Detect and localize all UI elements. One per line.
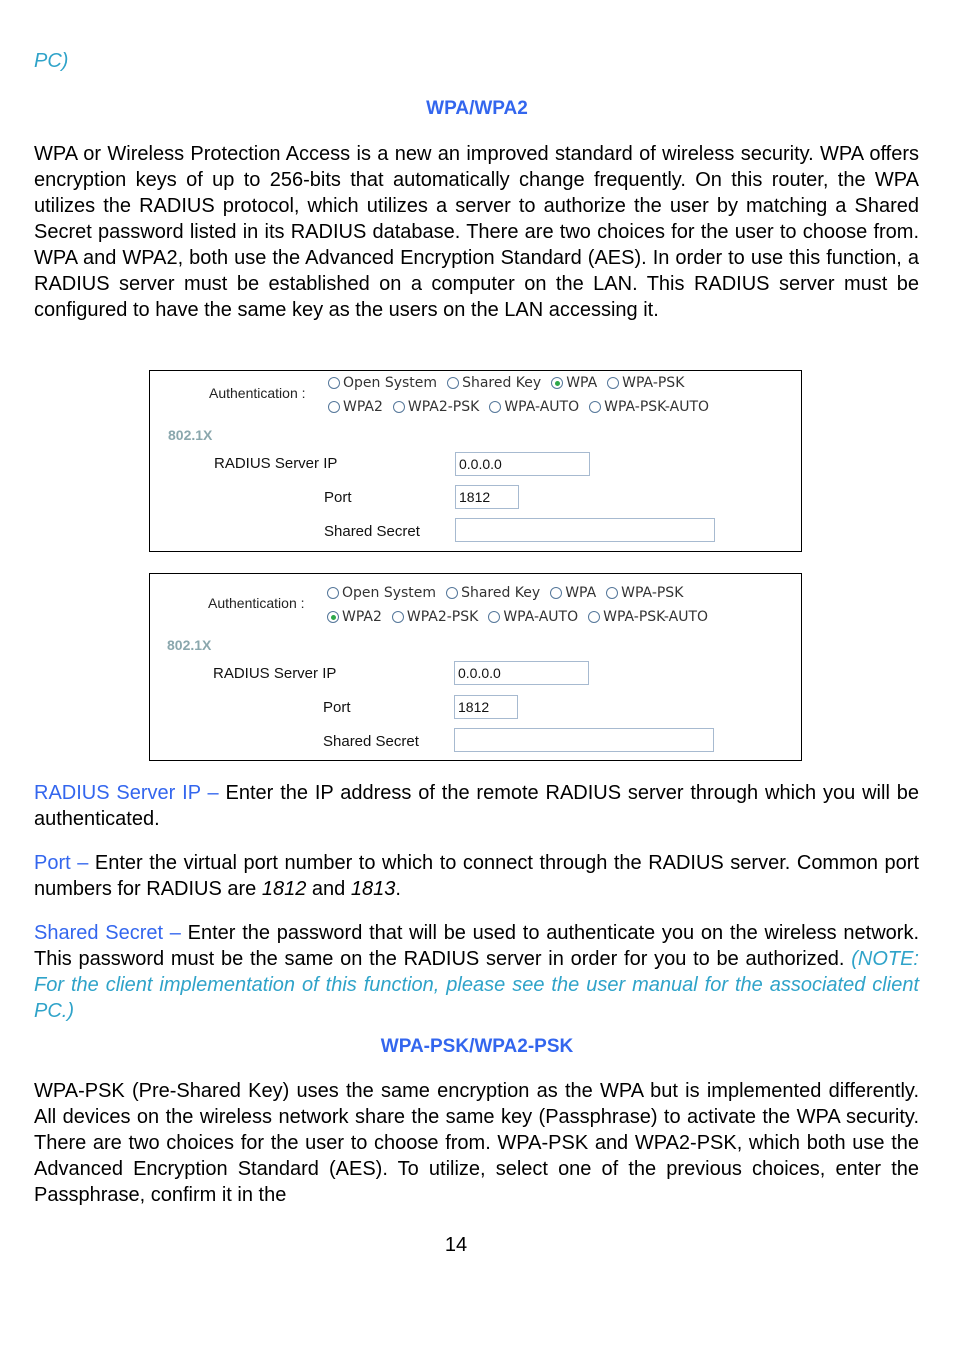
- auth-options-row-2: WPA2 WPA2-PSK WPA-AUTO WPA-PSK-AUTO: [328, 399, 719, 415]
- port-label: Port: [324, 489, 352, 506]
- authentication-label: Authentication :: [208, 595, 305, 611]
- wpa-description: WPA or Wireless Protection Access is a n…: [34, 143, 919, 321]
- radio-circle-icon: [328, 377, 340, 389]
- port-label: Port: [323, 699, 351, 716]
- section-heading-wpa-psk: WPA-PSK/WPA2-PSK: [380, 1036, 574, 1057]
- radio-wpa[interactable]: WPA: [551, 375, 597, 391]
- radius-ip-label: RADIUS Server IP: [213, 665, 337, 682]
- radio-open-system[interactable]: Open System: [328, 375, 437, 391]
- section-label-8021x: 802.1X: [168, 427, 213, 443]
- radio-circle-icon: [446, 587, 459, 599]
- radio-circle-icon: [588, 611, 601, 623]
- radio-circle-icon: [447, 377, 460, 389]
- wpa-psk-description: WPA-PSK (Pre-Shared Key) uses the same e…: [34, 1080, 919, 1206]
- radius-ip-input[interactable]: 0.0.0.0: [455, 452, 590, 476]
- shared-secret-definition: Shared Secret – Enter the password that …: [34, 922, 920, 1022]
- radio-circle-icon: [550, 587, 563, 599]
- radio-selected-icon: [327, 611, 339, 623]
- radio-wpa2[interactable]: WPA2: [327, 609, 382, 625]
- auth-options-row-2: WPA2 WPA2-PSK WPA-AUTO WPA-PSK-AUTO: [327, 609, 718, 625]
- radio-shared-key[interactable]: Shared Key: [447, 375, 541, 391]
- radio-wpa-psk[interactable]: WPA-PSK: [607, 375, 684, 391]
- auth-options-row-1: Open System Shared Key WPA WPA-PSK: [328, 375, 694, 391]
- term-shared-secret: Shared Secret –: [34, 922, 181, 944]
- radio-open-system[interactable]: Open System: [327, 585, 436, 601]
- radio-wpa2-psk[interactable]: WPA2-PSK: [392, 399, 479, 415]
- term-port: Port –: [34, 852, 89, 874]
- page-number: 14: [444, 1234, 468, 1256]
- radio-circle-icon: [589, 401, 602, 413]
- radio-shared-key[interactable]: Shared Key: [446, 585, 540, 601]
- shared-secret-input[interactable]: [454, 728, 714, 752]
- fragment-text: PC): [34, 50, 69, 72]
- radio-wpa2[interactable]: WPA2: [328, 399, 383, 415]
- section-label-8021x: 802.1X: [167, 637, 212, 653]
- authentication-label: Authentication :: [209, 385, 306, 401]
- port-definition: Port – Enter the virtual port number to …: [34, 852, 920, 900]
- radio-selected-icon: [551, 377, 564, 389]
- radio-circle-icon: [606, 587, 619, 599]
- shared-secret-label: Shared Secret: [324, 523, 420, 540]
- term-radius-ip: RADIUS Server IP –: [34, 782, 219, 804]
- wpa-settings-panel: Authentication : Open System Shared Key …: [149, 370, 802, 552]
- shared-secret-label: Shared Secret: [323, 733, 419, 750]
- radio-wpa-psk-auto[interactable]: WPA-PSK-AUTO: [588, 609, 708, 625]
- radius-ip-input[interactable]: 0.0.0.0: [454, 661, 589, 685]
- radius-ip-label: RADIUS Server IP: [214, 455, 338, 472]
- port-input[interactable]: 1812: [454, 695, 518, 719]
- radio-wpa-psk-auto[interactable]: WPA-PSK-AUTO: [589, 399, 709, 415]
- shared-secret-input[interactable]: [455, 518, 715, 542]
- radio-circle-icon: [489, 401, 502, 413]
- radio-wpa-auto[interactable]: WPA-AUTO: [489, 399, 579, 415]
- radius-ip-definition: RADIUS Server IP – Enter the IP address …: [34, 782, 919, 830]
- wpa2-settings-panel: Authentication : Open System Shared Key …: [149, 573, 802, 761]
- radio-circle-icon: [392, 401, 405, 413]
- port-input[interactable]: 1812: [455, 485, 519, 509]
- auth-options-row-1: Open System Shared Key WPA WPA-PSK: [327, 585, 693, 601]
- radio-wpa2-psk[interactable]: WPA2-PSK: [391, 609, 478, 625]
- section-heading-wpa: WPA/WPA2: [426, 98, 528, 119]
- radio-circle-icon: [327, 587, 339, 599]
- radio-circle-icon: [391, 611, 404, 623]
- radio-wpa[interactable]: WPA: [550, 585, 596, 601]
- radio-circle-icon: [607, 377, 620, 389]
- radio-wpa-psk[interactable]: WPA-PSK: [606, 585, 683, 601]
- radio-wpa-auto[interactable]: WPA-AUTO: [488, 609, 578, 625]
- radio-circle-icon: [328, 401, 340, 413]
- radio-circle-icon: [488, 611, 501, 623]
